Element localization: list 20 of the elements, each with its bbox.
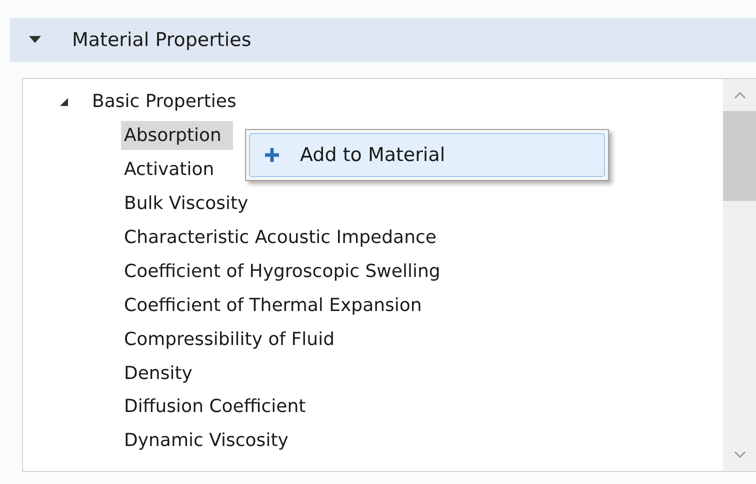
plus-icon bbox=[264, 147, 280, 163]
tree-item[interactable]: Basic Properties bbox=[89, 87, 240, 116]
tree-item[interactable]: Bulk Viscosity bbox=[121, 189, 252, 218]
menu-item[interactable]: Add to Material bbox=[249, 133, 605, 177]
scrollbar[interactable] bbox=[723, 79, 756, 471]
tree-item[interactable]: Compressibility of Fluid bbox=[121, 324, 338, 354]
tree-item[interactable]: Coefficient of Hygroscopic Swelling bbox=[121, 256, 444, 286]
tree-item[interactable]: Diffusion Coefficient bbox=[121, 392, 309, 422]
scroll-down-icon[interactable] bbox=[734, 451, 746, 459]
tree-item[interactable]: Density bbox=[121, 358, 196, 388]
tree-item[interactable]: Dynamic Viscosity bbox=[121, 426, 292, 456]
tree-item[interactable]: Characteristic Acoustic Impedance bbox=[121, 223, 440, 252]
expander-icon[interactable] bbox=[59, 96, 69, 107]
tree-item[interactable]: Absorption bbox=[121, 121, 234, 150]
scroll-thumb[interactable] bbox=[723, 111, 756, 201]
tree-item[interactable]: Activation bbox=[121, 155, 218, 184]
tree-item[interactable]: Coefficient of Thermal Expansion bbox=[121, 290, 425, 320]
caret-icon bbox=[28, 35, 42, 45]
section-header[interactable]: Material Properties bbox=[10, 18, 756, 62]
scroll-up-icon[interactable] bbox=[734, 91, 746, 99]
